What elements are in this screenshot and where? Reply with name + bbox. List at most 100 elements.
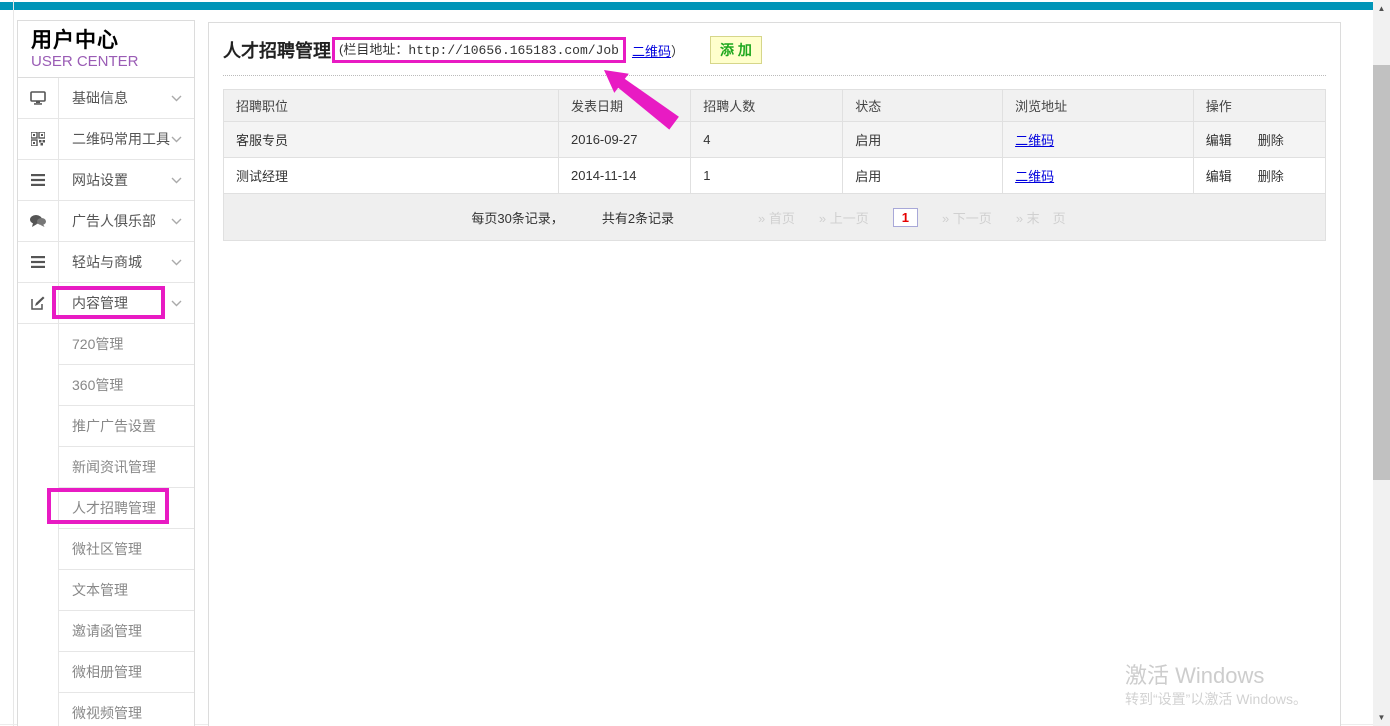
sidebar-item-label: 内容管理 [59, 283, 194, 324]
page-header-row: 人才招聘管理 (栏目地址：http://10656.165183.com/Job… [223, 37, 1326, 63]
submenu-indent [18, 488, 59, 529]
menu-lines-icon [18, 242, 59, 283]
sidebar-subitem-promo-ads[interactable]: 推广广告设置 [18, 406, 194, 447]
sidebar-subitem-invitation[interactable]: 邀请函管理 [18, 611, 194, 652]
total-records-info: 共有2条记录 [602, 208, 674, 227]
submenu-indent [18, 365, 59, 406]
column-url: http://10656.165183.com/Job [408, 43, 619, 58]
sidebar-subitem-label: 微社区管理 [59, 529, 194, 570]
sidebar-subitem-news[interactable]: 新闻资讯管理 [18, 447, 194, 488]
edit-link[interactable]: 编辑 [1206, 133, 1232, 148]
sidebar-subitem-360[interactable]: 360管理 [18, 365, 194, 406]
sidebar-subitem-micro-album[interactable]: 微相册管理 [18, 652, 194, 693]
sidebar-subitem-text: 微相册管理 [72, 662, 142, 682]
scrollbar-thumb[interactable] [1373, 65, 1390, 480]
current-page-number: 1 [893, 208, 918, 227]
sidebar-subitem-text: 文本管理 [72, 580, 128, 600]
cell-count: 4 [691, 122, 843, 158]
add-button[interactable]: 添 加 [710, 36, 762, 64]
cell-view: 二维码 [1003, 158, 1194, 194]
cell-status: 启用 [843, 158, 1003, 194]
sidebar-subitem-text: 微视频管理 [72, 703, 142, 723]
prev-page-link[interactable]: » 上一页 [819, 208, 869, 227]
sidebar-subitem-label: 邀请函管理 [59, 611, 194, 652]
sidebar-subitem-text: 新闻资讯管理 [72, 457, 156, 477]
col-status: 状态 [843, 90, 1003, 122]
edit-pencil-icon [18, 283, 59, 324]
submenu-indent [18, 652, 59, 693]
sidebar-item-text: 轻站与商城 [72, 252, 142, 272]
first-page-link[interactable]: » 首页 [758, 208, 795, 227]
sidebar-item-site-settings[interactable]: 网站设置 [18, 160, 194, 201]
qrcode-icon [18, 119, 59, 160]
submenu-indent [18, 447, 59, 488]
qrcode-header-link[interactable]: 二维码 [632, 41, 671, 60]
sidebar-subitem-text: 人才招聘管理 [72, 498, 156, 518]
sidebar-subitem-micro-community[interactable]: 微社区管理 [18, 529, 194, 570]
chevron-down-icon [171, 300, 182, 307]
sidebar-subitem-label: 新闻资讯管理 [59, 447, 194, 488]
chevron-down-icon [171, 218, 182, 225]
next-page-link[interactable]: » 下一页 [942, 208, 992, 227]
sidebar-subitem-label: 720管理 [59, 324, 194, 365]
sidebar-item-lite-site-mall[interactable]: 轻站与商城 [18, 242, 194, 283]
col-headcount: 招聘人数 [691, 90, 843, 122]
chevron-down-icon [171, 136, 182, 143]
sidebar-subitem-micro-video[interactable]: 微视频管理 [18, 693, 194, 726]
sidebar-subitem-text: 720管理 [72, 334, 123, 354]
chevron-down-icon [171, 95, 182, 102]
header-separator [223, 75, 1326, 76]
submenu-indent [18, 693, 59, 726]
delete-link[interactable]: 删除 [1258, 169, 1284, 184]
sidebar-subitem-720[interactable]: 720管理 [18, 324, 194, 365]
sidebar-subitem-label: 360管理 [59, 365, 194, 406]
sidebar-subitem-label: 微视频管理 [59, 693, 194, 726]
delete-link[interactable]: 删除 [1258, 133, 1284, 148]
submenu-indent [18, 611, 59, 652]
page-left-edge [13, 0, 14, 726]
chevron-down-icon [171, 177, 182, 184]
cell-actions: 编辑 删除 [1193, 158, 1325, 194]
qrcode-link[interactable]: 二维码 [1015, 133, 1054, 148]
sidebar: 用户中心 USER CENTER 基础信息 二维码常用工具 网站设置 [17, 20, 195, 726]
sidebar-title: 用户中心 [31, 28, 194, 53]
sidebar-item-label: 二维码常用工具 [59, 119, 194, 160]
col-actions: 操作 [1193, 90, 1325, 122]
last-page-link[interactable]: » 末 页 [1016, 208, 1066, 227]
sidebar-item-label: 基础信息 [59, 78, 194, 119]
submenu-indent [18, 406, 59, 447]
recruitment-table: 招聘职位 发表日期 招聘人数 状态 浏览地址 操作 客服专员 2016-09-2… [223, 89, 1326, 194]
qrcode-link[interactable]: 二维码 [1015, 169, 1054, 184]
cell-view: 二维码 [1003, 122, 1194, 158]
sidebar-subitem-recruitment[interactable]: 人才招聘管理 [18, 488, 194, 529]
sidebar-item-text: 基础信息 [72, 88, 128, 108]
sidebar-item-ad-club[interactable]: 广告人俱乐部 [18, 201, 194, 242]
edit-link[interactable]: 编辑 [1206, 169, 1232, 184]
pagination-bar: 每页30条记录， 共有2条记录 » 首页 » 上一页 1 » 下一页 » 末 页 [223, 194, 1326, 241]
scrollbar-down-arrow[interactable]: ▼ [1373, 709, 1390, 726]
cell-date: 2014-11-14 [559, 158, 691, 194]
scrollbar[interactable]: ▲ ▼ [1373, 0, 1390, 726]
page-title: 人才招聘管理 [223, 37, 331, 63]
scrollbar-up-arrow[interactable]: ▲ [1373, 0, 1390, 17]
sidebar-item-label: 轻站与商城 [59, 242, 194, 283]
sidebar-item-content-management[interactable]: 内容管理 [18, 283, 194, 324]
sidebar-item-text: 内容管理 [72, 293, 128, 313]
menu-lines-icon [18, 160, 59, 201]
sidebar-item-qrcode-tools[interactable]: 二维码常用工具 [18, 119, 194, 160]
sidebar-item-label: 广告人俱乐部 [59, 201, 194, 242]
table-row: 测试经理 2014-11-14 1 启用 二维码 编辑删除 [224, 158, 1326, 194]
sidebar-subitem-text-mgmt[interactable]: 文本管理 [18, 570, 194, 611]
sidebar-item-text: 网站设置 [72, 170, 128, 190]
sidebar-subitem-text: 微社区管理 [72, 539, 142, 559]
col-publish-date: 发表日期 [559, 90, 691, 122]
submenu-indent [18, 529, 59, 570]
sidebar-item-text: 二维码常用工具 [72, 129, 170, 149]
sidebar-item-basic-info[interactable]: 基础信息 [18, 78, 194, 119]
paren-close: ） [671, 41, 684, 60]
cell-actions: 编辑 删除 [1193, 122, 1325, 158]
monitor-icon [18, 78, 59, 119]
main-panel: 人才招聘管理 (栏目地址：http://10656.165183.com/Job… [208, 22, 1341, 726]
submenu-indent [18, 570, 59, 611]
sidebar-header: 用户中心 USER CENTER [18, 21, 194, 78]
